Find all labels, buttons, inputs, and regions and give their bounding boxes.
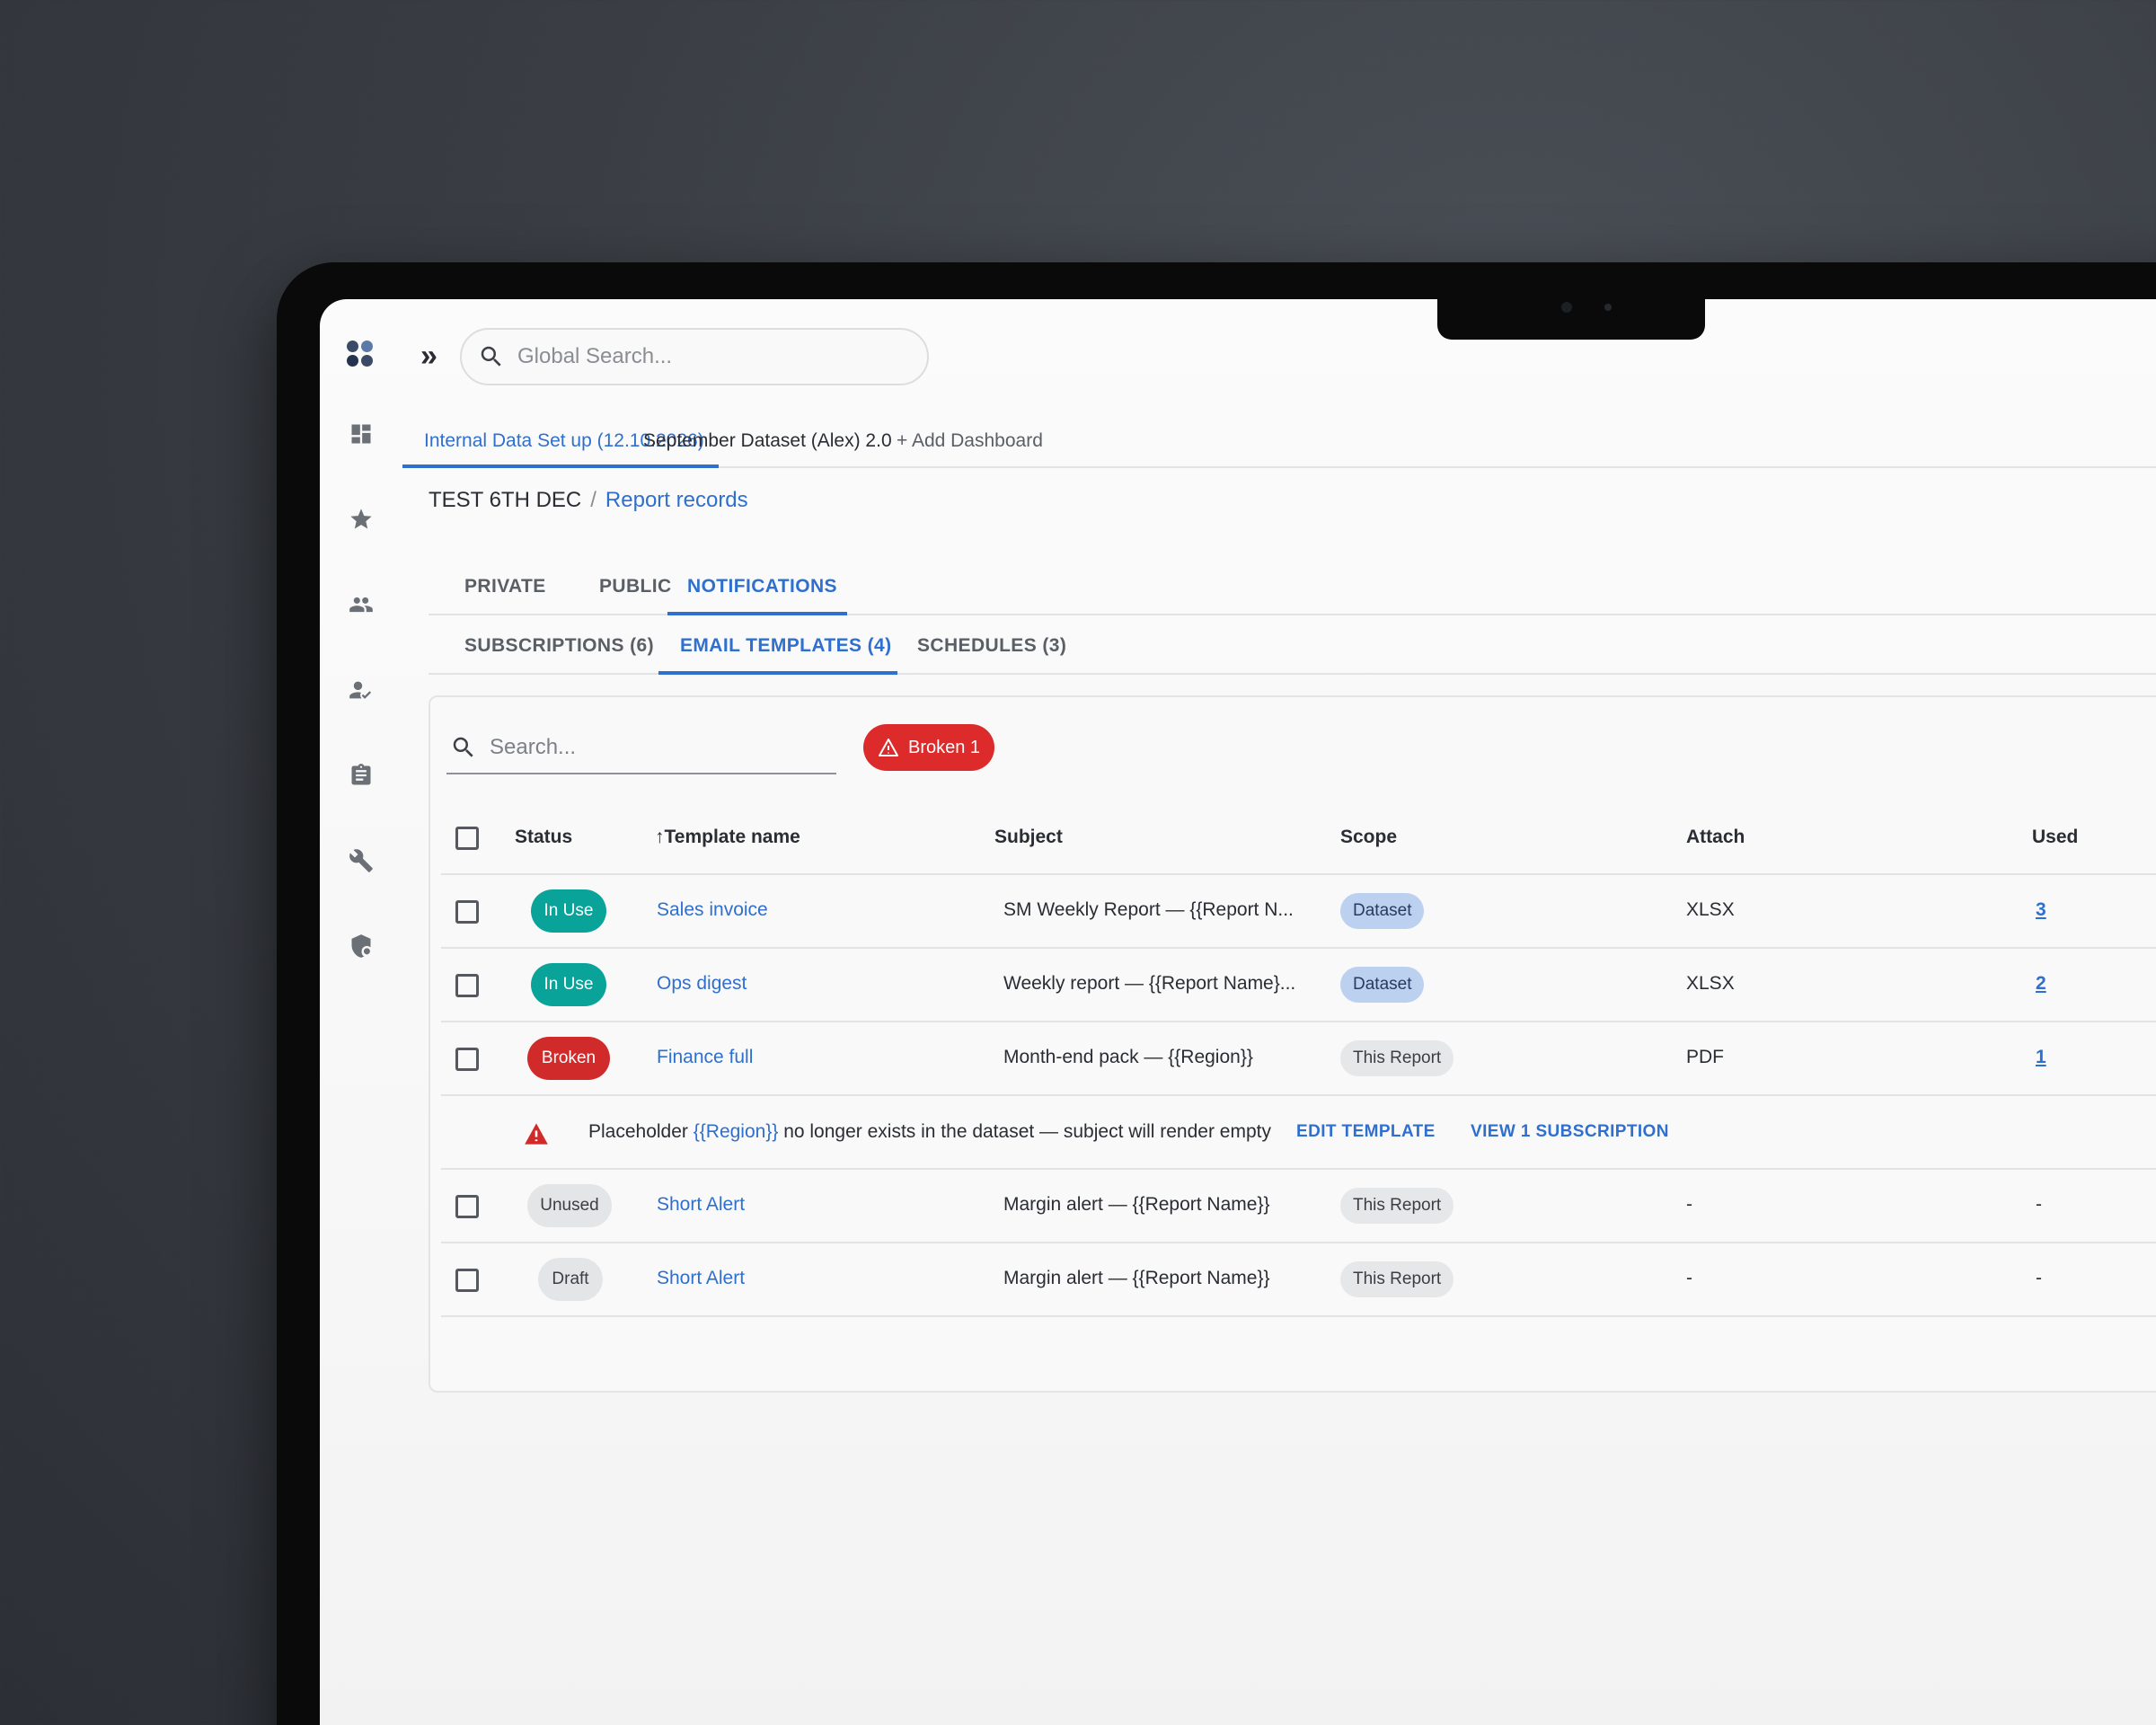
sub-tabs: SUBSCRIPTIONS (6) EMAIL TEMPLATES (4) SC… — [429, 615, 2156, 675]
wrench-icon[interactable] — [347, 846, 376, 875]
table-row[interactable]: Unused Short Alert Margin alert — {{Repo… — [441, 1170, 2156, 1243]
broken-filter-label: Broken 1 — [908, 737, 981, 757]
sub-tab-indicator — [658, 671, 897, 675]
tab-email-templates[interactable]: EMAIL TEMPLATES (4) — [680, 635, 892, 657]
scope-badge: Dataset — [1340, 967, 1425, 1003]
header-scope[interactable]: Scope — [1340, 827, 1397, 848]
warning-icon — [879, 739, 898, 756]
attach-cell: XLSX — [1686, 973, 1735, 994]
alert-suffix: no longer exists in the dataset — subjec… — [783, 1121, 1271, 1142]
status-badge: In Use — [531, 963, 606, 1006]
breadcrumb-root[interactable]: TEST 6TH DEC — [429, 488, 581, 512]
attach-cell: - — [1686, 1268, 1692, 1288]
template-name-link[interactable]: Finance full — [657, 1047, 753, 1068]
camera-notch — [1437, 288, 1705, 340]
used-count: - — [2036, 1268, 2042, 1288]
global-search[interactable] — [460, 328, 929, 385]
header-subject[interactable]: Subject — [994, 827, 1063, 848]
scope-badge: This Report — [1340, 1040, 1454, 1076]
sidebar — [320, 299, 402, 1725]
subject-cell: Margin alert — {{Report Name}} — [1003, 1194, 1270, 1215]
breadcrumb-separator: / — [590, 488, 596, 512]
table-row[interactable]: In Use Ops digest Weekly report — {{Repo… — [441, 949, 2156, 1022]
used-count-link[interactable]: 3 — [2036, 899, 2046, 921]
header-attach[interactable]: Attach — [1686, 827, 1745, 848]
active-tab-indicator — [402, 464, 719, 468]
status-badge: Draft — [538, 1258, 603, 1301]
used-count-link[interactable]: 1 — [2036, 1047, 2046, 1068]
scope-badge: This Report — [1340, 1261, 1454, 1297]
dashboard-icon[interactable] — [347, 420, 376, 448]
broken-template-alert: Placeholder {{Region}} no longer exists … — [441, 1096, 2156, 1170]
used-count-link[interactable]: 2 — [2036, 973, 2046, 995]
header-status[interactable]: Status — [515, 827, 572, 848]
table-row[interactable]: Broken Finance full Month-end pack — {{R… — [441, 1022, 2156, 1096]
row-checkbox[interactable] — [455, 900, 479, 924]
table-search[interactable] — [446, 722, 836, 774]
expand-icon[interactable]: » — [420, 339, 437, 374]
row-checkbox[interactable] — [455, 1048, 479, 1071]
row-checkbox[interactable] — [455, 974, 479, 997]
search-icon — [453, 737, 473, 757]
select-all-checkbox[interactable] — [455, 827, 479, 850]
row-checkbox[interactable] — [455, 1195, 479, 1218]
user-check-icon[interactable] — [347, 676, 376, 704]
subject-cell: SM Weekly Report — {{Report N... — [1003, 899, 1294, 920]
group-icon[interactable] — [347, 590, 376, 619]
used-count: - — [2036, 1194, 2042, 1215]
template-name-link[interactable]: Short Alert — [657, 1194, 745, 1216]
table-search-input[interactable] — [490, 735, 813, 760]
table-row[interactable]: Draft Short Alert Margin alert — {{Repor… — [441, 1243, 2156, 1317]
header-template-name-label: Template name — [664, 827, 800, 847]
dashboard-tab-september[interactable]: September Dataset (Alex) 2.0 — [643, 430, 892, 452]
section-tabs: PRIVATE PUBLIC NOTIFICATIONS — [429, 554, 2156, 615]
tab-private[interactable]: PRIVATE — [464, 576, 546, 597]
app-screen: » Internal Data Set up (12.10.2026) Sept… — [320, 299, 2156, 1725]
subject-cell: Margin alert — {{Report Name}} — [1003, 1268, 1270, 1288]
search-icon — [481, 346, 501, 367]
breadcrumb: TEST 6TH DEC / Report records — [429, 488, 748, 513]
templates-card: Broken 1 Status ↑Template name Subject S… — [429, 695, 2156, 1393]
attach-cell: XLSX — [1686, 899, 1735, 920]
table-row[interactable]: In Use Sales invoice SM Weekly Report — … — [441, 875, 2156, 949]
attach-cell: - — [1686, 1194, 1692, 1215]
breadcrumb-current[interactable]: Report records — [605, 488, 748, 512]
scope-badge: This Report — [1340, 1188, 1454, 1224]
template-name-link[interactable]: Sales invoice — [657, 899, 768, 921]
scope-badge: Dataset — [1340, 893, 1425, 929]
tab-notifications[interactable]: NOTIFICATIONS — [687, 576, 837, 597]
subject-cell: Weekly report — {{Report Name}... — [1003, 973, 1296, 994]
dashboard-tabs: Internal Data Set up (12.10.2026) Septem… — [402, 418, 2156, 468]
tab-schedules[interactable]: SCHEDULES (3) — [917, 635, 1066, 657]
subject-cell: Month-end pack — {{Region}} — [1003, 1047, 1253, 1067]
status-badge: In Use — [531, 889, 606, 933]
header-template-name[interactable]: ↑Template name — [655, 827, 800, 848]
table-header: Status ↑Template name Subject Scope Atta… — [441, 803, 2156, 875]
add-dashboard-button[interactable]: + Add Dashboard — [897, 430, 1043, 452]
alert-message: Placeholder {{Region}} no longer exists … — [588, 1121, 1271, 1143]
global-search-input[interactable] — [517, 344, 895, 369]
sort-up-icon: ↑ — [655, 827, 665, 847]
template-name-link[interactable]: Short Alert — [657, 1268, 745, 1289]
clipboard-icon[interactable] — [347, 761, 376, 790]
broken-filter-chip[interactable]: Broken 1 — [863, 724, 995, 771]
template-name-link[interactable]: Ops digest — [657, 973, 747, 995]
status-badge: Broken — [527, 1037, 610, 1080]
star-icon[interactable] — [347, 505, 376, 534]
header-used[interactable]: Used — [2032, 827, 2078, 848]
alert-placeholder: {{Region}} — [693, 1121, 779, 1142]
edit-template-button[interactable]: EDIT TEMPLATE — [1296, 1122, 1436, 1142]
app-logo-icon[interactable] — [347, 341, 376, 369]
alert-prefix: Placeholder — [588, 1121, 688, 1142]
row-checkbox[interactable] — [455, 1269, 479, 1292]
view-subscription-button[interactable]: VIEW 1 SUBSCRIPTION — [1471, 1122, 1669, 1142]
tab-subscriptions[interactable]: SUBSCRIPTIONS (6) — [464, 635, 654, 657]
tab-public[interactable]: PUBLIC — [599, 576, 672, 597]
security-icon[interactable] — [347, 932, 376, 960]
warning-icon — [525, 1123, 548, 1145]
status-badge: Unused — [527, 1184, 612, 1227]
attach-cell: PDF — [1686, 1047, 1724, 1067]
